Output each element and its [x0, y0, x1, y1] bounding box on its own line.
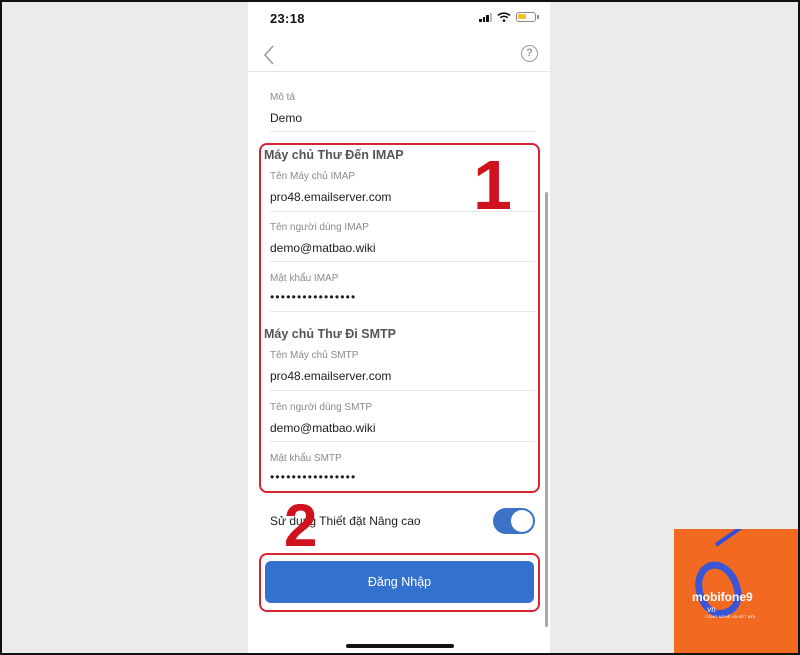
divider	[270, 131, 535, 132]
cellular-signal-icon	[479, 12, 492, 22]
logo-arrow-shape	[714, 529, 767, 547]
back-chevron-icon[interactable]	[260, 42, 280, 68]
step2-number: 2	[284, 492, 318, 559]
status-bar: 23:18	[248, 0, 550, 38]
wifi-icon	[497, 12, 511, 22]
description-field[interactable]: Mô tả Demo	[270, 92, 535, 125]
battery-icon	[516, 12, 539, 22]
navigation-bar: ?	[248, 38, 550, 72]
step1-number: 1	[473, 146, 512, 224]
step2-highlight	[259, 553, 540, 612]
logo-domain: .vn	[705, 605, 716, 614]
logo-tagline: CÔNG NGHỆ VÀ KẾT NỐI	[705, 614, 756, 619]
description-value: Demo	[270, 111, 303, 125]
advanced-settings-toggle[interactable]	[493, 508, 535, 534]
status-icons	[479, 12, 539, 22]
logo-name: mobifone9	[692, 590, 753, 604]
toggle-knob	[511, 510, 533, 532]
logo-ring-shape	[687, 555, 749, 623]
mobifone9-logo: mobifone9 .vn CÔNG NGHỆ VÀ KẾT NỐI	[674, 529, 800, 655]
description-label: Mô tả	[270, 92, 296, 103]
status-time: 23:18	[270, 11, 305, 26]
scrollbar[interactable]	[545, 192, 548, 627]
home-indicator	[346, 644, 454, 648]
help-icon[interactable]: ?	[521, 45, 538, 62]
